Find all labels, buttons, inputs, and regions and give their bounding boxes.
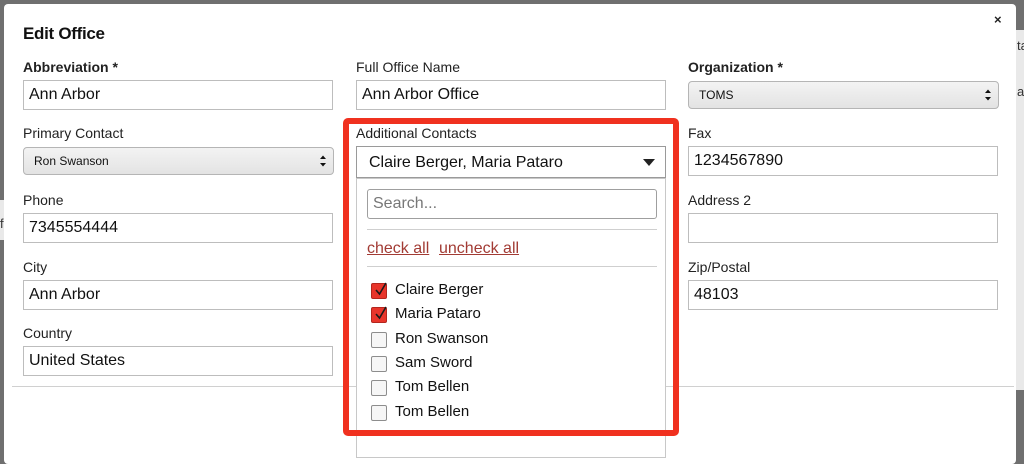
fax-label: Fax [688,125,712,141]
country-label: Country [23,325,73,341]
contact-option-label: Tom Bellen [395,378,470,396]
contacts-search-input[interactable] [367,189,657,219]
organization-select[interactable]: TOMS [688,81,999,109]
edit-office-modal: Edit Office × Abbreviation * Ann Arbor F… [4,4,1016,464]
full-office-name-label: Full Office Name [356,59,460,75]
dropdown-divider [367,229,657,230]
close-icon[interactable]: × [994,12,1002,27]
additional-contacts-dropdown-button[interactable]: Claire Berger, Maria Pataro [356,146,666,178]
checkbox[interactable] [371,404,387,421]
address2-label: Address 2 [688,192,752,208]
zip-label: Zip/Postal [688,259,751,275]
contact-option-label: Maria Pataro [395,305,481,323]
background-text-fragment: a [1017,84,1024,99]
city-label: City [23,259,48,275]
fax-input[interactable]: 1234567890 [688,146,998,176]
abbreviation-label: Abbreviation * [23,59,118,75]
checkbox[interactable] [371,282,387,299]
checkmark-icon [375,282,387,296]
dropdown-divider [367,266,657,267]
check-all-link[interactable]: check all [367,240,429,258]
country-input[interactable]: United States [23,346,333,376]
checkbox[interactable] [371,331,387,348]
primary-contact-select[interactable]: Ron Swanson [23,147,334,175]
checkmark-icon [375,306,387,320]
city-input[interactable]: Ann Arbor [23,280,333,310]
uncheck-all-link[interactable]: uncheck all [439,240,519,258]
checkbox[interactable] [371,306,387,324]
address2-input[interactable] [688,213,998,243]
phone-input[interactable]: 7345554444 [23,213,333,243]
additional-contacts-label: Additional Contacts [356,125,477,141]
background-text-fragment: ta [1017,38,1024,53]
contact-option-label: Tom Bellen [395,402,470,420]
checkbox[interactable] [371,355,387,372]
full-office-name-input[interactable]: Ann Arbor Office [356,80,666,110]
phone-label: Phone [23,192,64,208]
zip-input[interactable]: 48103 [688,280,998,310]
primary-contact-select-value: Ron Swanson [34,154,109,168]
organization-label: Organization * [688,59,783,75]
additional-contacts-selected: Claire Berger, Maria Pataro [369,154,563,171]
contact-option-label: Sam Sword [395,353,473,371]
abbreviation-input[interactable]: Ann Arbor [23,80,333,110]
primary-contact-label: Primary Contact [23,125,124,141]
select-arrows-icon [320,155,326,167]
checkbox[interactable] [371,380,387,397]
select-arrows-icon [985,89,991,101]
caret-down-icon [643,159,655,166]
organization-select-value: TOMS [699,88,734,102]
additional-contacts-dropdown: check all uncheck all Claire Berger Maria… [356,178,666,458]
modal-title: Edit Office [23,24,105,43]
contact-option-label: Ron Swanson [395,329,489,347]
contact-option-label: Claire Berger [395,281,484,298]
